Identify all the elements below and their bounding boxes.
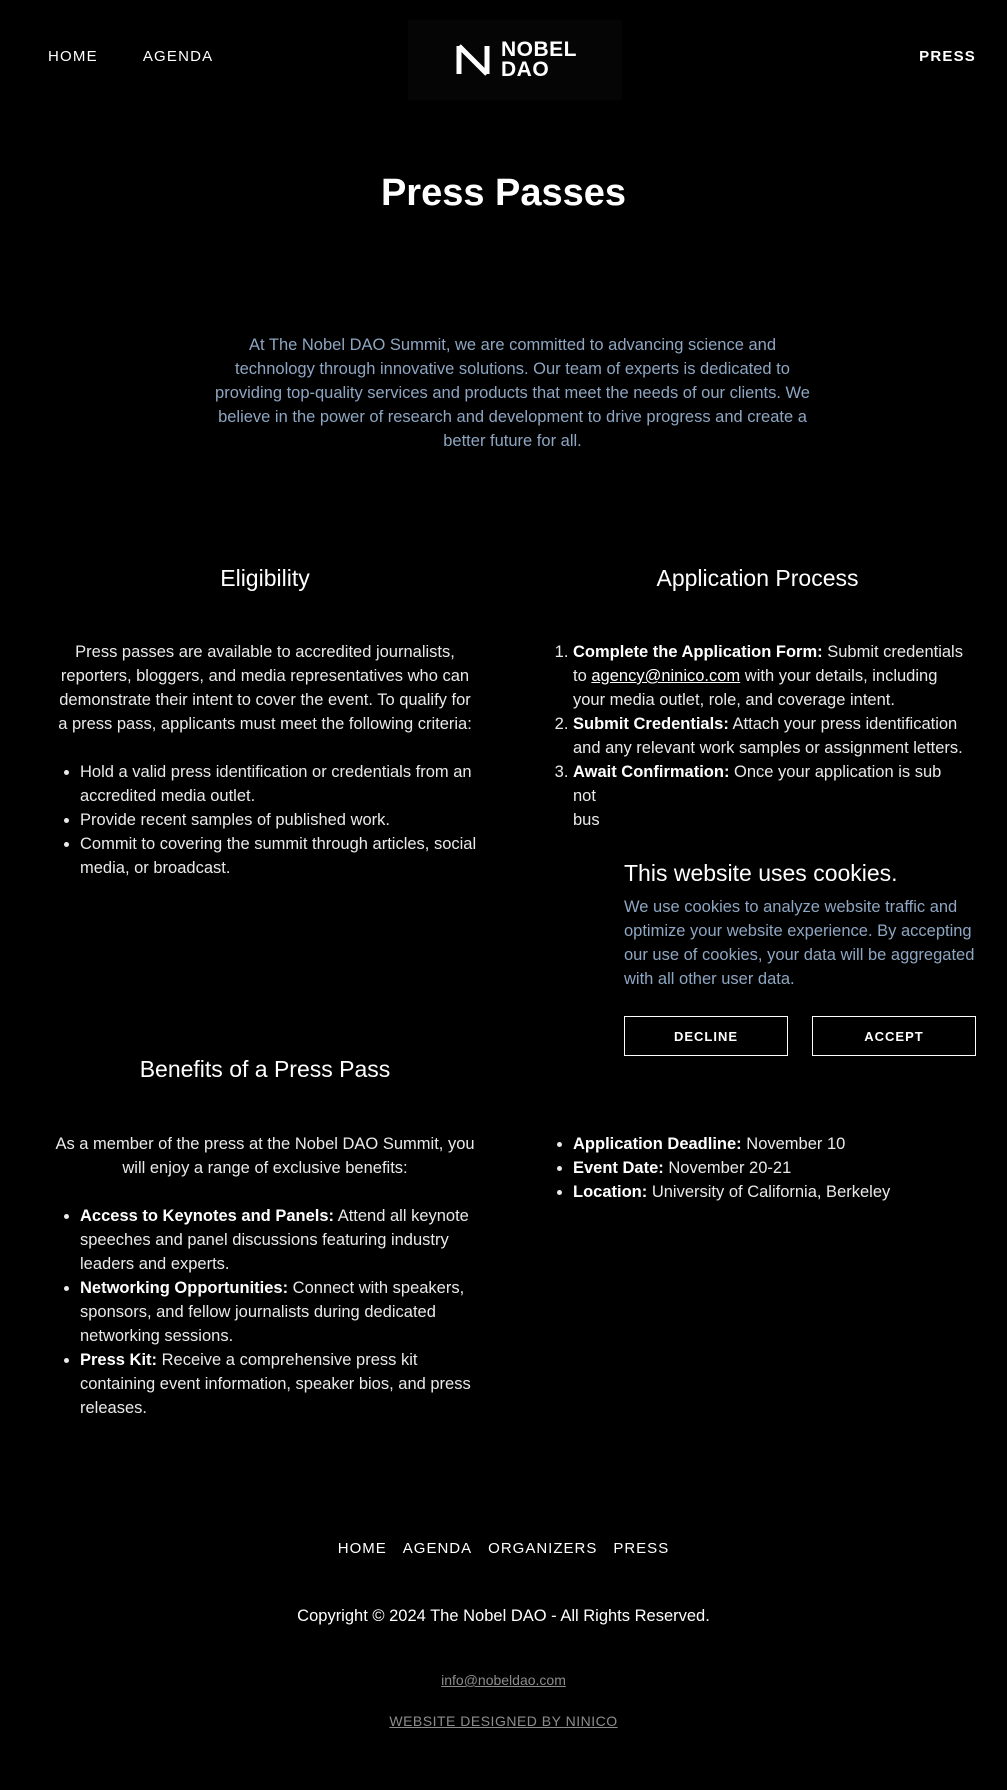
dates-list: Application Deadline: November 10 Event … — [546, 1132, 966, 1204]
step-title: Await Confirmation: — [573, 763, 730, 781]
step-text: not — [573, 787, 596, 805]
nav-home-link[interactable]: HOME — [48, 48, 98, 65]
footer-agenda-link[interactable]: AGENDA — [403, 1540, 472, 1557]
cookie-title: This website uses cookies. — [624, 860, 898, 886]
benefit-title: Press Kit: — [80, 1351, 158, 1369]
step-text: bus — [573, 811, 600, 829]
list-item: Await Confirmation: Once your applicatio… — [573, 760, 966, 832]
page-title: Press Passes — [380, 172, 627, 214]
intro-text: At The Nobel DAO Summit, we are committe… — [215, 336, 810, 450]
footer-organizers-link[interactable]: ORGANIZERS — [488, 1540, 597, 1557]
list-item: Event Date: November 20-21 — [573, 1156, 966, 1180]
benefit-title: Networking Opportunities: — [80, 1279, 289, 1297]
benefits-list: Access to Keynotes and Panels: Attend al… — [53, 1204, 477, 1420]
list-item: Commit to covering the summit through ar… — [80, 832, 477, 880]
date-text: University of California, Berkeley — [647, 1183, 891, 1201]
agency-email-link[interactable]: agency@ninico.com — [591, 667, 740, 685]
footer-press-link[interactable]: PRESS — [613, 1540, 669, 1557]
date-text: November 10 — [741, 1135, 846, 1153]
footer-nav: HOME AGENDA ORGANIZERS PRESS — [0, 1540, 1007, 1557]
eligibility-section: Press passes are available to accredited… — [53, 640, 477, 880]
nav-press-link[interactable]: PRESS — [919, 48, 976, 65]
step-title: Complete the Application Form: — [573, 643, 823, 661]
copyright-text: Copyright © 2024 The Nobel DAO - All Rig… — [297, 1607, 710, 1625]
decline-button[interactable]: DECLINE — [624, 1016, 788, 1056]
benefits-heading: Benefits of a Press Pass — [139, 1056, 391, 1082]
list-item: Networking Opportunities: Connect with s… — [80, 1276, 477, 1348]
logo-line1: NOBEL — [501, 38, 577, 61]
header-nav-left: HOME AGENDA — [48, 48, 213, 65]
benefits-text: As a member of the press at the Nobel DA… — [55, 1135, 475, 1177]
logo-mark-icon — [456, 44, 490, 76]
site-header: HOME AGENDA NOBEL DAO PRESS — [0, 0, 1007, 118]
footer-email-link[interactable]: info@nobeldao.com — [0, 1672, 1007, 1688]
footer-credit-link[interactable]: WEBSITE DESIGNED BY NINICO — [0, 1713, 1007, 1729]
step-text: Once your application is sub — [729, 763, 942, 781]
cookie-body: We use cookies to analyze website traffi… — [624, 898, 975, 988]
list-item: Complete the Application Form: Submit cr… — [573, 640, 966, 712]
benefit-title: Access to Keynotes and Panels: — [80, 1207, 335, 1225]
dates-section: Application Deadline: November 10 Event … — [546, 1132, 966, 1204]
application-section: Complete the Application Form: Submit cr… — [546, 640, 966, 832]
date-title: Application Deadline: — [573, 1135, 742, 1153]
footer-home-link[interactable]: HOME — [338, 1540, 387, 1557]
list-item: Access to Keynotes and Panels: Attend al… — [80, 1204, 477, 1276]
eligibility-heading: Eligibility — [220, 565, 310, 591]
application-heading: Application Process — [656, 565, 859, 591]
list-item: Application Deadline: November 10 — [573, 1132, 966, 1156]
list-item: Press Kit: Receive a comprehensive press… — [80, 1348, 477, 1420]
accept-button[interactable]: ACCEPT — [812, 1016, 976, 1056]
step-title: Submit Credentials: — [573, 715, 729, 733]
list-item: Submit Credentials: Attach your press id… — [573, 712, 966, 760]
eligibility-criteria-list: Hold a valid press identification or cre… — [53, 760, 477, 880]
date-title: Event Date: — [573, 1159, 664, 1177]
logo-text: NOBEL DAO — [501, 38, 577, 81]
list-item: Hold a valid press identification or cre… — [80, 760, 477, 808]
application-steps-list: Complete the Application Form: Submit cr… — [546, 640, 966, 832]
logo-line2: DAO — [501, 58, 550, 81]
eligibility-text: Press passes are available to accredited… — [58, 643, 472, 733]
date-text: November 20-21 — [663, 1159, 792, 1177]
list-item: Provide recent samples of published work… — [80, 808, 477, 832]
list-item: Location: University of California, Berk… — [573, 1180, 966, 1204]
benefits-section: As a member of the press at the Nobel DA… — [53, 1132, 477, 1420]
logo[interactable]: NOBEL DAO — [408, 20, 622, 100]
nav-agenda-link[interactable]: AGENDA — [143, 48, 214, 65]
date-title: Location: — [573, 1183, 648, 1201]
cookie-banner: This website uses cookies. We use cookie… — [610, 842, 1007, 1074]
